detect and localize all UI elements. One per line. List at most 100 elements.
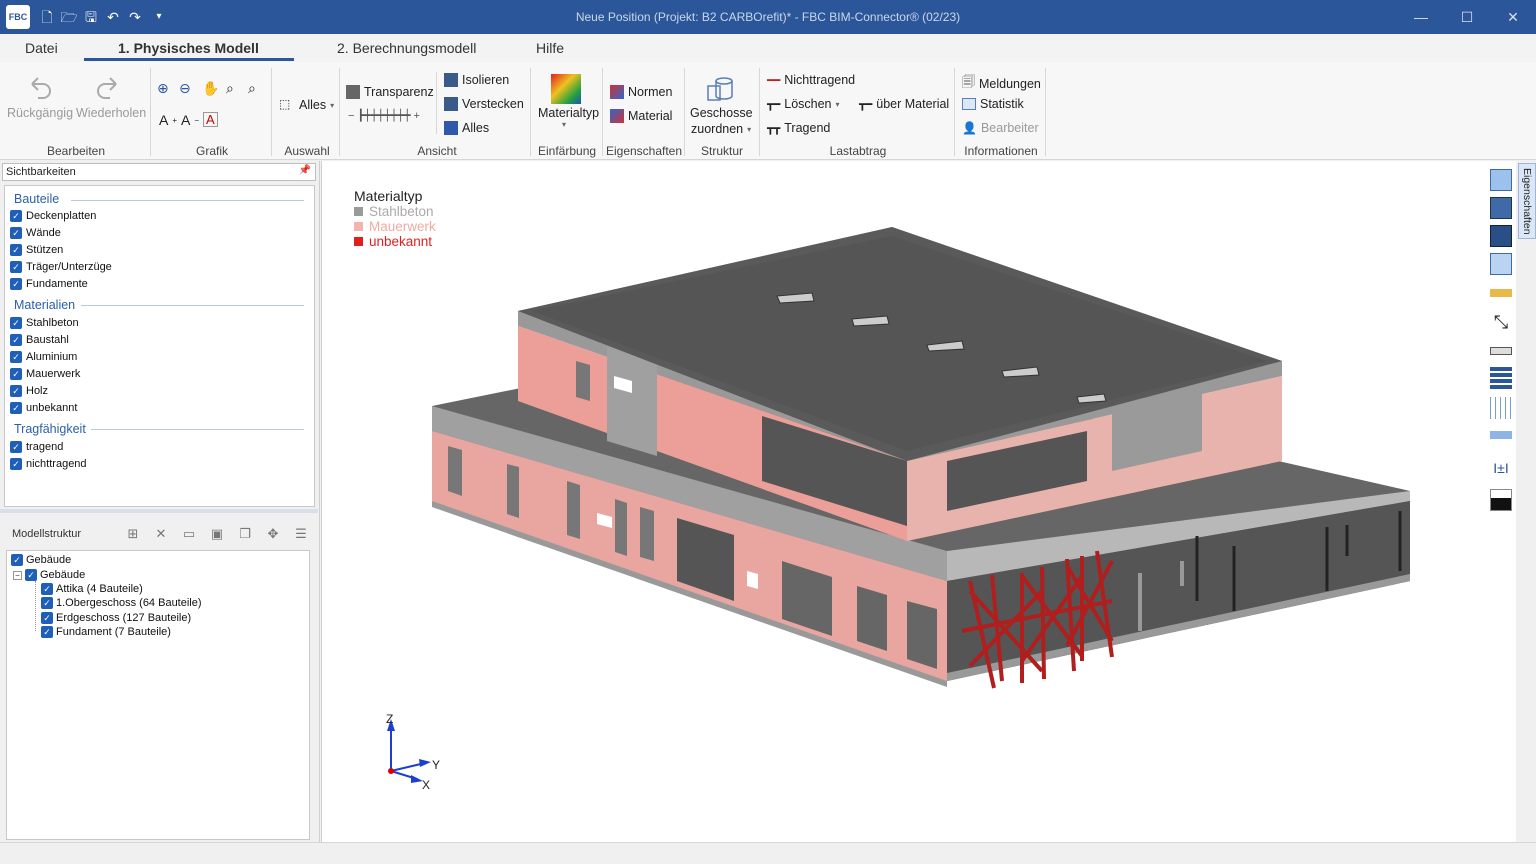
- transparency-button[interactable]: Transparenz: [346, 85, 434, 99]
- transparency-slider[interactable]: − ┣┿┿┿┿┿┿┿ +: [348, 109, 420, 122]
- tragend-button[interactable]: ┳┳ Tragend: [767, 121, 830, 135]
- sichtbarkeiten-header[interactable]: Sichtbarkeiten 📌: [2, 163, 316, 181]
- zoom-window-icon[interactable]: ⌕: [226, 80, 234, 97]
- chevron-down-icon[interactable]: ▾: [562, 120, 566, 129]
- tab-berechnungsmodell[interactable]: 2. Berechnungsmodell: [337, 40, 476, 56]
- status-bar: [0, 842, 1536, 864]
- font-increase-icon[interactable]: A +: [159, 112, 177, 128]
- tree-node-obergeschoss[interactable]: ✓ 1.Obergeschoss (64 Bauteile): [41, 597, 202, 609]
- checkmark-icon: ✓: [10, 278, 22, 290]
- statistik-button[interactable]: Statistik: [962, 97, 1024, 111]
- checkbox-baustahl[interactable]: ✓ Baustahl: [10, 334, 69, 346]
- ribbon-separator: [530, 68, 531, 156]
- section-icon[interactable]: [1490, 431, 1512, 439]
- checkbox-traeger[interactable]: ✓ Träger/Unterzüge: [10, 261, 112, 273]
- move-icon[interactable]: ✥: [264, 525, 282, 543]
- window: [507, 464, 519, 518]
- rename-icon[interactable]: ▭: [180, 525, 198, 543]
- shading-icon[interactable]: [1490, 489, 1512, 511]
- measure-icon[interactable]: I±I: [1490, 457, 1512, 479]
- checkbox-aluminium[interactable]: ✓ Aluminium: [10, 351, 77, 363]
- tree-node-gebaeude[interactable]: − ✓ Gebäude: [13, 569, 85, 581]
- checkbox-stahlbeton[interactable]: ✓ Stahlbeton: [10, 317, 79, 329]
- minimize-button[interactable]: —: [1398, 0, 1444, 34]
- checkbox-mauerwerk[interactable]: ✓ Mauerwerk: [10, 368, 80, 380]
- checkbox-stuetzen[interactable]: ✓ Stützen: [10, 244, 63, 256]
- select-all-dropdown[interactable]: ⬚ Alles ▾: [279, 97, 334, 113]
- checkmark-icon[interactable]: ✓: [11, 554, 23, 566]
- checkmark-icon[interactable]: ✓: [41, 612, 53, 624]
- redo-button[interactable]: Wiederholen: [76, 106, 146, 120]
- ribbon-separator: [759, 68, 760, 156]
- hide-cube-icon: [444, 97, 458, 111]
- checkmark-icon[interactable]: ✓: [41, 583, 53, 595]
- group-label-ansicht: Ansicht: [417, 144, 457, 158]
- text-color-icon[interactable]: A: [203, 112, 218, 127]
- checkbox-fundamente[interactable]: ✓ Fundamente: [10, 278, 88, 290]
- group-label-einfaerbung: Einfärbung: [538, 144, 597, 158]
- checkmark-icon[interactable]: ✓: [25, 569, 37, 581]
- layers-icon[interactable]: [1490, 367, 1512, 389]
- geschosse-zuordnen-button[interactable]: Geschosse: [690, 106, 753, 120]
- nichttragend-button[interactable]: ━━ Nichttragend: [767, 73, 855, 87]
- collapse-icon[interactable]: −: [13, 570, 22, 580]
- bearbeiter-button[interactable]: 👤 Bearbeiter: [962, 121, 1039, 135]
- geschosse-zuordnen-button-line2[interactable]: zuordnen ▾: [691, 122, 751, 136]
- checkmark-icon[interactable]: ✓: [41, 597, 53, 609]
- zoom-all-icon[interactable]: ⌕: [248, 80, 256, 97]
- tab-datei[interactable]: Datei: [25, 40, 58, 56]
- group-label-lastabtrag: Lastabtrag: [829, 144, 887, 158]
- sort-icon[interactable]: ☰: [292, 525, 310, 543]
- view-cube-top-icon[interactable]: [1490, 197, 1512, 219]
- tab-physisches-modell[interactable]: 1. Physisches Modell: [118, 40, 259, 56]
- chevron-down-icon: ▾: [835, 99, 840, 109]
- show-all-button[interactable]: Alles: [444, 121, 489, 135]
- tree-node-erdgeschoss[interactable]: ✓ Erdgeschoss (127 Bauteile): [41, 612, 191, 624]
- panel-splitter[interactable]: [0, 509, 318, 513]
- building-model[interactable]: [322, 161, 1517, 842]
- font-decrease-icon[interactable]: A −: [181, 112, 199, 128]
- copy-icon[interactable]: ❐: [236, 525, 254, 543]
- view-cube-side-icon[interactable]: [1490, 253, 1512, 275]
- loeschen-dropdown[interactable]: ┳━ Löschen ▾: [767, 97, 840, 111]
- eigenschaften-side-tab[interactable]: Eigenschaften: [1518, 163, 1536, 239]
- tree-node-attika[interactable]: ✓ Attika (4 Bauteile): [41, 583, 143, 595]
- image-icon[interactable]: ▣: [208, 525, 226, 543]
- grid-icon[interactable]: [1490, 397, 1512, 419]
- checkbox-nichttragend[interactable]: ✓ nichttragend: [10, 458, 87, 470]
- view-cube-front-icon[interactable]: [1490, 225, 1512, 247]
- tree-node-root[interactable]: ✓ Gebäude: [11, 554, 71, 566]
- concrete-wall-panel: [607, 346, 657, 456]
- checkbox-waende[interactable]: ✓ Wände: [10, 227, 61, 239]
- checkbox-tragend[interactable]: ✓ tragend: [10, 441, 63, 453]
- delete-icon[interactable]: ✕: [152, 525, 170, 543]
- isolate-button[interactable]: Isolieren: [444, 73, 509, 87]
- pan-hand-icon[interactable]: ✋: [202, 80, 219, 97]
- tab-hilfe[interactable]: Hilfe: [536, 40, 564, 56]
- maximize-button[interactable]: ☐: [1444, 0, 1490, 34]
- checkbox-deckenplatten[interactable]: ✓ Deckenplatten: [10, 210, 96, 222]
- zoom-out-icon[interactable]: ⊖: [179, 80, 191, 97]
- add-node-icon[interactable]: ⊞: [124, 525, 142, 543]
- checkbox-unbekannt[interactable]: ✓ unbekannt: [10, 402, 77, 414]
- close-button[interactable]: ✕: [1490, 0, 1536, 34]
- pin-icon[interactable]: 📌: [299, 165, 311, 176]
- checkbox-holz[interactable]: ✓ Holz: [10, 385, 48, 397]
- meldungen-button[interactable]: 🗐 Meldungen: [962, 73, 1041, 95]
- dimension-icon[interactable]: [1490, 347, 1512, 355]
- checkmark-icon[interactable]: ✓: [41, 626, 53, 638]
- ruler-icon[interactable]: [1490, 289, 1512, 297]
- checkmark-icon: ✓: [10, 368, 22, 380]
- view-cube-iso-icon[interactable]: [1490, 169, 1512, 191]
- zoom-in-icon[interactable]: ⊕: [157, 80, 169, 97]
- material-button[interactable]: Material: [610, 109, 672, 123]
- ueber-material-button[interactable]: ┳━ über Material: [859, 97, 949, 111]
- undo-button[interactable]: Rückgängig: [7, 106, 73, 120]
- hide-button[interactable]: Verstecken: [444, 97, 524, 111]
- group-label-bearbeiten: Bearbeiten: [46, 144, 106, 158]
- tree-node-fundament[interactable]: ✓ Fundament (7 Bauteile): [41, 626, 171, 638]
- axes-icon[interactable]: ⤡: [1490, 311, 1512, 333]
- materialtyp-button[interactable]: Materialtyp: [538, 106, 599, 120]
- normen-button[interactable]: Normen: [610, 85, 672, 99]
- 3d-viewport[interactable]: Materialtyp Stahlbeton Mauerwerk unbekan…: [321, 161, 1516, 842]
